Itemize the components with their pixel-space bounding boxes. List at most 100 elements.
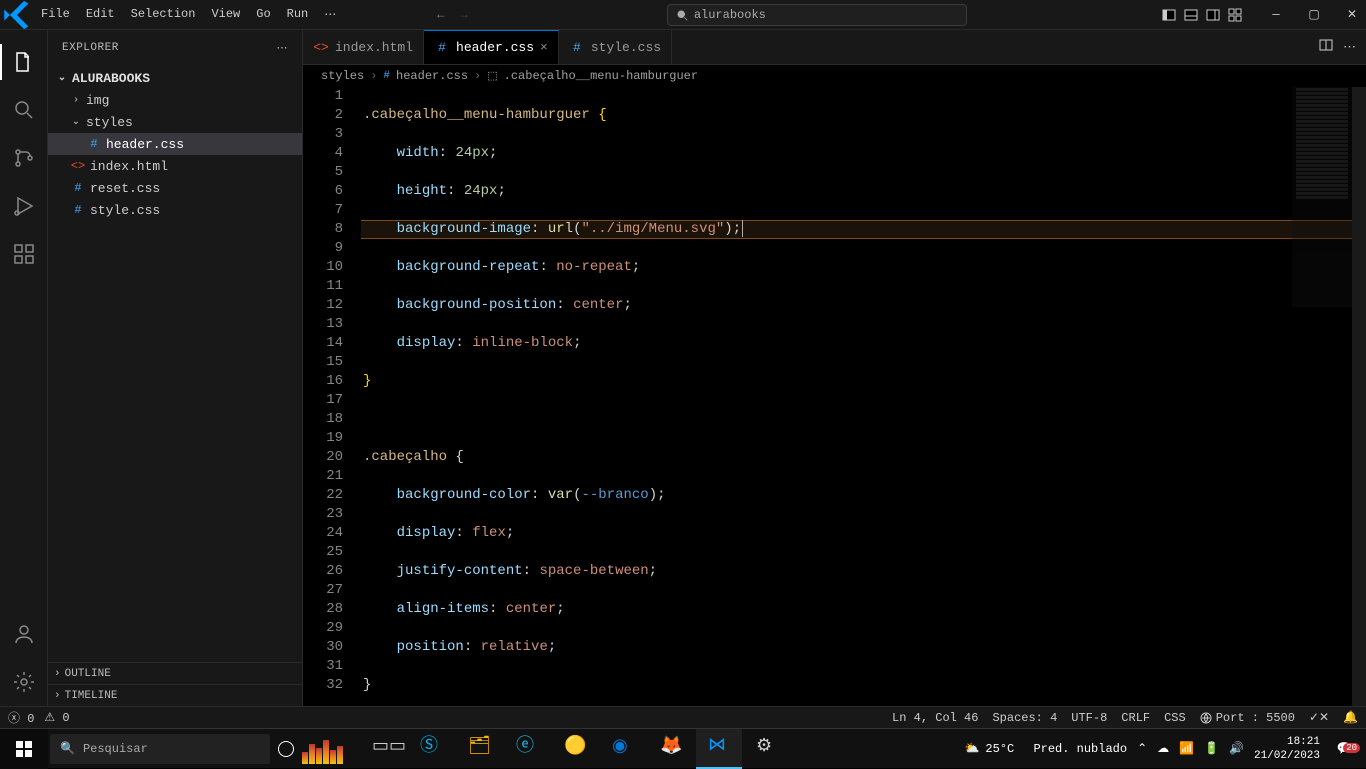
split-editor-icon[interactable]	[1319, 38, 1333, 56]
status-prettier-icon[interactable]: ✓✕	[1309, 710, 1329, 725]
window-minimize-icon[interactable]: ─	[1266, 8, 1286, 22]
close-tab-icon[interactable]: ×	[540, 40, 548, 55]
folder-styles[interactable]: ⌄styles	[48, 111, 302, 133]
activity-source-control-icon[interactable]	[0, 134, 48, 182]
window-maximize-icon[interactable]: ▢	[1304, 8, 1324, 22]
action-center-icon[interactable]: 💬20	[1330, 741, 1358, 756]
window-controls: ─ ▢ ✕	[1162, 8, 1366, 22]
folder-img[interactable]: ›img	[48, 89, 302, 111]
tray-chevron-icon[interactable]: ⌃	[1137, 741, 1147, 756]
tab-style-css[interactable]: #style.css	[559, 30, 672, 64]
nav-back-icon[interactable]: ←	[433, 6, 448, 24]
editor-more-icon[interactable]: ⋯	[1343, 40, 1356, 55]
vscode-taskbar-icon[interactable]: ⋈	[696, 729, 742, 769]
breadcrumb-selector[interactable]: .cabeçalho__menu-hamburguer	[504, 69, 698, 83]
command-center-search[interactable]: alurabooks	[667, 4, 967, 26]
taskbar-widget-icon[interactable]	[302, 734, 352, 764]
status-spaces[interactable]: Spaces: 4	[992, 711, 1057, 725]
breadcrumb[interactable]: styles› #header.css› ⬚.cabeçalho__menu-h…	[303, 65, 1366, 87]
taskbar-search[interactable]: 🔍Pesquisar	[50, 734, 270, 764]
tree-root[interactable]: ⌄ALURABOOKS	[48, 67, 302, 89]
layout-customize-icon[interactable]	[1228, 8, 1242, 22]
file-style-css[interactable]: #style.css	[48, 199, 302, 221]
file-index-html[interactable]: <>index.html	[48, 155, 302, 177]
layout-panel-icon[interactable]	[1184, 8, 1198, 22]
file-reset-css[interactable]: #reset.css	[48, 177, 302, 199]
nav-arrows: ← →	[433, 6, 471, 24]
menu-go[interactable]: Go	[249, 3, 277, 26]
tray-volume-icon[interactable]: 🔊	[1229, 741, 1244, 756]
menu-more[interactable]: ⋯	[317, 3, 343, 26]
weather-widget[interactable]: ⛅25°C Pred. nublado	[964, 741, 1127, 756]
status-errors[interactable]: ⓧ 0	[8, 709, 34, 726]
activity-settings-icon[interactable]	[0, 658, 48, 706]
css-file-icon: #	[86, 137, 102, 151]
search-text: alurabooks	[694, 8, 766, 22]
vertical-scrollbar[interactable]	[1352, 87, 1366, 706]
status-ln-col[interactable]: Ln 4, Col 46	[892, 711, 978, 725]
status-encoding[interactable]: UTF-8	[1071, 711, 1107, 725]
explorer-more-icon[interactable]: ⋯	[277, 41, 289, 55]
line-gutter: 1234567891011121314151617181920212223242…	[303, 87, 361, 706]
code-content[interactable]: .cabeçalho__menu-hamburguer { width: 24p…	[361, 87, 1366, 706]
taskbar-clock[interactable]: 18:2121/02/2023	[1254, 735, 1320, 763]
html-file-icon: <>	[313, 40, 329, 55]
task-view-icon[interactable]: ▭▭	[360, 729, 406, 769]
settings-taskbar-icon[interactable]: ⚙	[744, 729, 790, 769]
css-file-icon: #	[383, 70, 390, 82]
menu-selection[interactable]: Selection	[124, 3, 203, 26]
breadcrumb-folder[interactable]: styles	[321, 69, 364, 83]
css-file-icon: #	[70, 181, 86, 195]
vscode-logo-icon	[0, 0, 34, 32]
layout-sidebar-right-icon[interactable]	[1206, 8, 1220, 22]
selector-icon: ⬚	[487, 69, 497, 83]
file-explorer-icon[interactable]: 🗂	[456, 729, 502, 769]
nav-forward-icon[interactable]: →	[456, 6, 471, 24]
tray-wifi-icon[interactable]: 📶	[1179, 741, 1194, 756]
file-tree: ⌄ALURABOOKS ›img ⌄styles #header.css <>i…	[48, 65, 302, 662]
menu-edit[interactable]: Edit	[79, 3, 122, 26]
menu-run[interactable]: Run	[280, 3, 316, 26]
editor-area: <>index.html #header.css× #style.css ⋯ s…	[303, 30, 1366, 706]
edge-icon[interactable]: ◉	[600, 729, 646, 769]
section-timeline[interactable]: ›TIMELINE	[48, 684, 302, 706]
skype-icon[interactable]: Ⓢ	[408, 729, 454, 769]
system-tray: ⛅25°C Pred. nublado ⌃ ☁ 📶 🔋 🔊 18:2121/02…	[964, 735, 1366, 763]
tab-header-css[interactable]: #header.css×	[424, 30, 559, 64]
file-header-css[interactable]: #header.css	[48, 133, 302, 155]
internet-explorer-icon[interactable]: ⓔ	[504, 729, 550, 769]
menu-view[interactable]: View	[204, 3, 247, 26]
firefox-icon[interactable]: 🦊	[648, 729, 694, 769]
activity-extensions-icon[interactable]	[0, 230, 48, 278]
status-warnings[interactable]: ⚠ 0	[44, 710, 69, 725]
status-language[interactable]: CSS	[1164, 711, 1186, 725]
activity-explorer-icon[interactable]	[0, 38, 48, 86]
window-close-icon[interactable]: ✕	[1342, 8, 1362, 22]
status-bell-icon[interactable]: 🔔	[1343, 710, 1358, 725]
code-editor[interactable]: 1234567891011121314151617181920212223242…	[303, 87, 1366, 706]
menubar: File Edit Selection View Go Run ⋯	[34, 3, 343, 26]
taskbar-apps: ▭▭ Ⓢ 🗂 ⓔ 🟡 ◉ 🦊 ⋈ ⚙	[360, 729, 790, 769]
status-eol[interactable]: CRLF	[1121, 711, 1150, 725]
start-button[interactable]	[0, 729, 48, 769]
chrome-icon[interactable]: 🟡	[552, 729, 598, 769]
windows-taskbar: 🔍Pesquisar ▭▭ Ⓢ 🗂 ⓔ 🟡 ◉ 🦊 ⋈ ⚙ ⛅25°C Pred…	[0, 728, 1366, 768]
search-icon: 🔍	[60, 741, 75, 756]
activity-run-debug-icon[interactable]	[0, 182, 48, 230]
activity-accounts-icon[interactable]	[0, 610, 48, 658]
tray-onedrive-icon[interactable]: ☁	[1157, 741, 1169, 756]
tray-battery-icon[interactable]: 🔋	[1204, 741, 1219, 756]
menu-file[interactable]: File	[34, 3, 77, 26]
status-live-server[interactable]: Port : 5500	[1200, 711, 1295, 725]
layout-sidebar-left-icon[interactable]	[1162, 8, 1176, 22]
tab-index-html[interactable]: <>index.html	[303, 30, 424, 64]
activity-bar	[0, 30, 48, 706]
text-cursor	[742, 220, 743, 237]
html-file-icon: <>	[70, 159, 86, 173]
main-area: EXPLORER ⋯ ⌄ALURABOOKS ›img ⌄styles #hea…	[0, 30, 1366, 706]
editor-tabs: <>index.html #header.css× #style.css ⋯	[303, 30, 1366, 65]
breadcrumb-file[interactable]: header.css	[396, 69, 468, 83]
activity-search-icon[interactable]	[0, 86, 48, 134]
cortana-icon[interactable]	[278, 741, 294, 757]
section-outline[interactable]: ›OUTLINE	[48, 662, 302, 684]
